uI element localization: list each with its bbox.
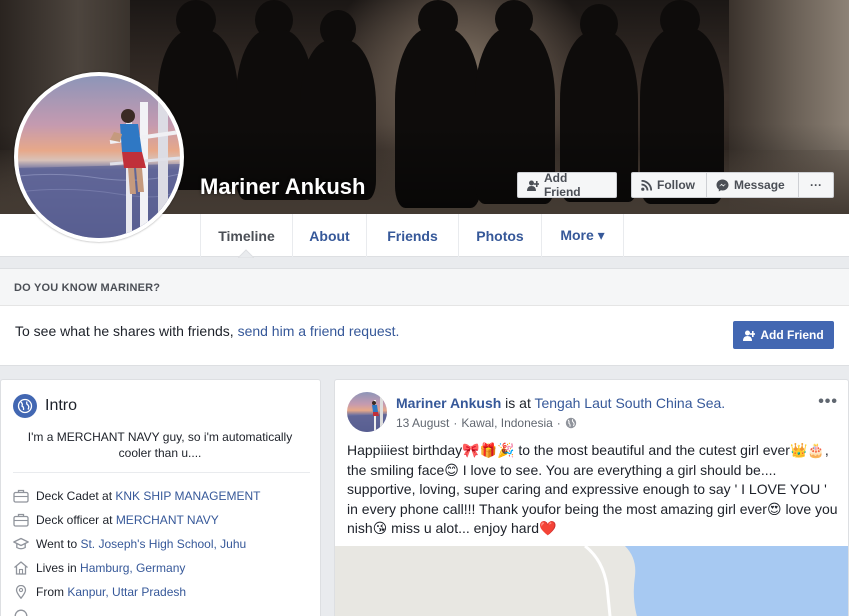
intro-item-lives-in: Lives in Hamburg, Germany: [13, 561, 185, 575]
public-globe-icon[interactable]: [565, 417, 577, 429]
tab-photos[interactable]: Photos: [459, 214, 542, 257]
rss-icon: [641, 179, 652, 191]
briefcase-icon: [13, 489, 29, 503]
post-meta: 13 August · Kawal, Indonesia ·: [396, 416, 577, 430]
friend-request-text: To see what he shares with friends,: [15, 323, 238, 339]
message-button[interactable]: Message: [706, 172, 798, 198]
intro-item-from: From Kanpur, Uttar Pradesh: [13, 585, 186, 599]
timeline-post: Mariner Ankush is at Tengah Laut South C…: [334, 379, 849, 616]
intro-item-work: Deck officer at MERCHANT NAVY: [13, 513, 219, 527]
post-avatar-art: [347, 396, 387, 432]
intro-item-link[interactable]: St. Joseph's High School, Juhu: [80, 537, 246, 551]
home-icon: [14, 561, 28, 575]
tab-about[interactable]: About: [293, 214, 367, 257]
follow-label: Follow: [657, 178, 695, 192]
post-meta-separator: ·: [453, 416, 458, 430]
more-options-button[interactable]: ···: [798, 172, 834, 198]
tab-photos-label: Photos: [476, 227, 524, 244]
map-art: [335, 544, 848, 616]
send-friend-request-link[interactable]: send him a friend request.: [238, 323, 400, 339]
add-friend-primary-label: Add Friend: [760, 328, 824, 342]
intro-item-education: Went to St. Joseph's High School, Juhu: [13, 537, 246, 551]
intro-item-text: Deck officer at MERCHANT NAVY: [36, 513, 219, 527]
tab-more[interactable]: More ▾: [542, 214, 624, 257]
add-friend-button[interactable]: Add Friend: [517, 171, 617, 199]
post-author-link[interactable]: Mariner Ankush: [396, 395, 501, 411]
intro-item-link[interactable]: Hamburg, Germany: [80, 561, 185, 575]
intro-item-link[interactable]: KNK SHIP MANAGEMENT: [115, 489, 260, 503]
post-is-at: is at: [501, 395, 535, 411]
profile-name[interactable]: Mariner Ankush: [200, 174, 365, 200]
graduation-cap-icon: [13, 537, 29, 550]
post-author-avatar[interactable]: [347, 392, 387, 432]
post-location[interactable]: Kawal, Indonesia: [461, 416, 552, 430]
profile-picture[interactable]: [14, 72, 184, 242]
profile-photo-art: [18, 86, 180, 238]
post-meta-separator: ·: [556, 416, 561, 430]
post-options-button[interactable]: •••: [818, 393, 838, 411]
location-pin-icon: [15, 585, 27, 599]
location-map[interactable]: [335, 544, 848, 616]
intro-item-work: Deck Cadet at KNK SHIP MANAGEMENT: [13, 489, 261, 503]
messenger-icon: [716, 179, 729, 191]
tab-about-label: About: [309, 227, 350, 244]
do-you-know-heading: DO YOU KNOW MARINER?: [0, 269, 849, 306]
post-body: Happiiiest birthday🎀🎁🎉 to the most beaut…: [347, 442, 838, 536]
post-date[interactable]: 13 August: [396, 416, 449, 430]
intro-item-link[interactable]: MERCHANT NAVY: [116, 513, 219, 527]
add-friend-primary-button[interactable]: Add Friend: [733, 321, 834, 349]
intro-divider: [13, 472, 310, 473]
intro-header: Intro: [13, 394, 77, 418]
intro-item-text: Went to St. Joseph's High School, Juhu: [36, 537, 247, 551]
more-dots: ···: [810, 178, 822, 192]
add-friend-icon: [527, 180, 539, 191]
profile-photo: [18, 76, 180, 238]
intro-item-text: Lives in Hamburg, Germany: [36, 561, 186, 575]
tab-friends[interactable]: Friends: [367, 214, 459, 257]
briefcase-icon: [13, 513, 29, 527]
add-friend-icon: [743, 330, 756, 341]
intro-bio: I'm a MERCHANT NAVY guy, so i'm automati…: [27, 430, 293, 460]
friend-request-prompt: To see what he shares with friends, send…: [15, 323, 399, 339]
tab-friends-label: Friends: [387, 227, 438, 244]
clock-icon: [14, 609, 28, 616]
post-place-link[interactable]: Tengah Laut South China Sea.: [534, 395, 725, 411]
active-tab-pointer: [238, 249, 254, 258]
intro-card: Intro I'm a MERCHANT NAVY guy, so i'm au…: [0, 379, 321, 616]
intro-item-text: Deck Cadet at KNK SHIP MANAGEMENT: [36, 489, 261, 503]
tab-timeline-label: Timeline: [218, 227, 275, 244]
globe-icon: [13, 394, 37, 418]
intro-item-link[interactable]: Kanpur, Uttar Pradesh: [67, 585, 186, 599]
intro-item-partial: [13, 609, 29, 616]
intro-item-text: From Kanpur, Uttar Pradesh: [36, 585, 187, 599]
message-label: Message: [734, 178, 785, 192]
add-friend-label: Add Friend: [543, 171, 581, 199]
follow-button[interactable]: Follow: [631, 172, 706, 198]
tab-more-label: More ▾: [560, 227, 605, 243]
post-header: Mariner Ankush is at Tengah Laut South C…: [396, 395, 725, 411]
do-you-know-box: DO YOU KNOW MARINER? To see what he shar…: [0, 268, 849, 366]
intro-title: Intro: [45, 397, 78, 414]
